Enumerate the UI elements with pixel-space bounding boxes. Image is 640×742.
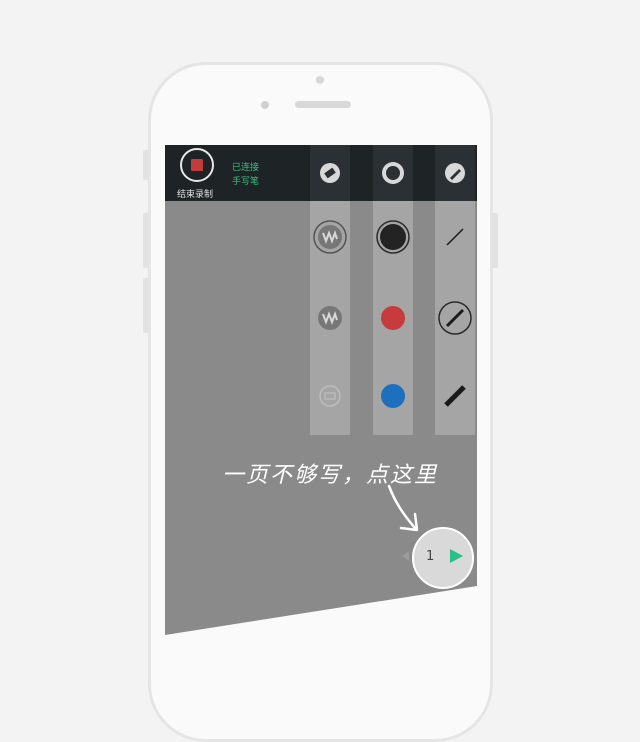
earpiece-speaker <box>295 101 351 108</box>
next-page-icon[interactable] <box>448 548 464 564</box>
eraser-options-panel <box>310 201 350 435</box>
clear-all-option[interactable] <box>310 376 350 416</box>
color-blue-swatch <box>381 384 405 408</box>
volume-up-button <box>143 213 149 268</box>
eraser-medium-option[interactable] <box>310 298 350 338</box>
mute-switch <box>143 150 149 180</box>
top-toolbar: 结束录制 已连接 手写笔 <box>165 145 477 201</box>
eraser-medium-icon <box>318 306 342 330</box>
color-tool-button[interactable] <box>373 145 413 201</box>
page-navigator <box>412 527 474 589</box>
stop-icon <box>191 159 203 171</box>
eraser-tool-button[interactable] <box>310 145 350 201</box>
color-blue-option[interactable] <box>373 376 413 416</box>
color-red-option[interactable] <box>373 298 413 338</box>
power-button <box>492 213 498 268</box>
pen-tool-button[interactable] <box>435 145 475 201</box>
stroke-thick-option[interactable] <box>435 376 475 416</box>
color-options-panel <box>373 201 413 435</box>
eraser-icon <box>320 163 340 183</box>
stop-recording-button[interactable] <box>180 148 214 182</box>
stop-recording-label: 结束录制 <box>177 190 214 200</box>
color-black-option[interactable] <box>373 217 413 257</box>
stroke-medium-option[interactable] <box>435 298 475 338</box>
previous-page-icon[interactable] <box>400 550 410 562</box>
front-camera <box>316 76 324 84</box>
stroke-thin-icon <box>446 228 464 246</box>
color-red-swatch <box>381 306 405 330</box>
pen-icon <box>445 163 465 183</box>
stroke-medium-icon <box>438 301 472 335</box>
volume-down-button <box>143 278 149 333</box>
color-dot-icon <box>382 162 404 184</box>
connection-status: 已连接 <box>232 163 260 173</box>
color-black-swatch <box>376 220 410 254</box>
stroke-thin-option[interactable] <box>435 217 475 257</box>
proximity-sensor <box>261 101 269 109</box>
eraser-large-icon <box>313 220 347 254</box>
stylus-device-name: 手写笔 <box>232 177 260 187</box>
eraser-large-option[interactable] <box>310 217 350 257</box>
clear-all-icon <box>319 385 341 407</box>
current-page-number: 1 <box>426 549 435 564</box>
stroke-thick-icon <box>444 385 466 407</box>
stroke-options-panel <box>435 201 475 435</box>
